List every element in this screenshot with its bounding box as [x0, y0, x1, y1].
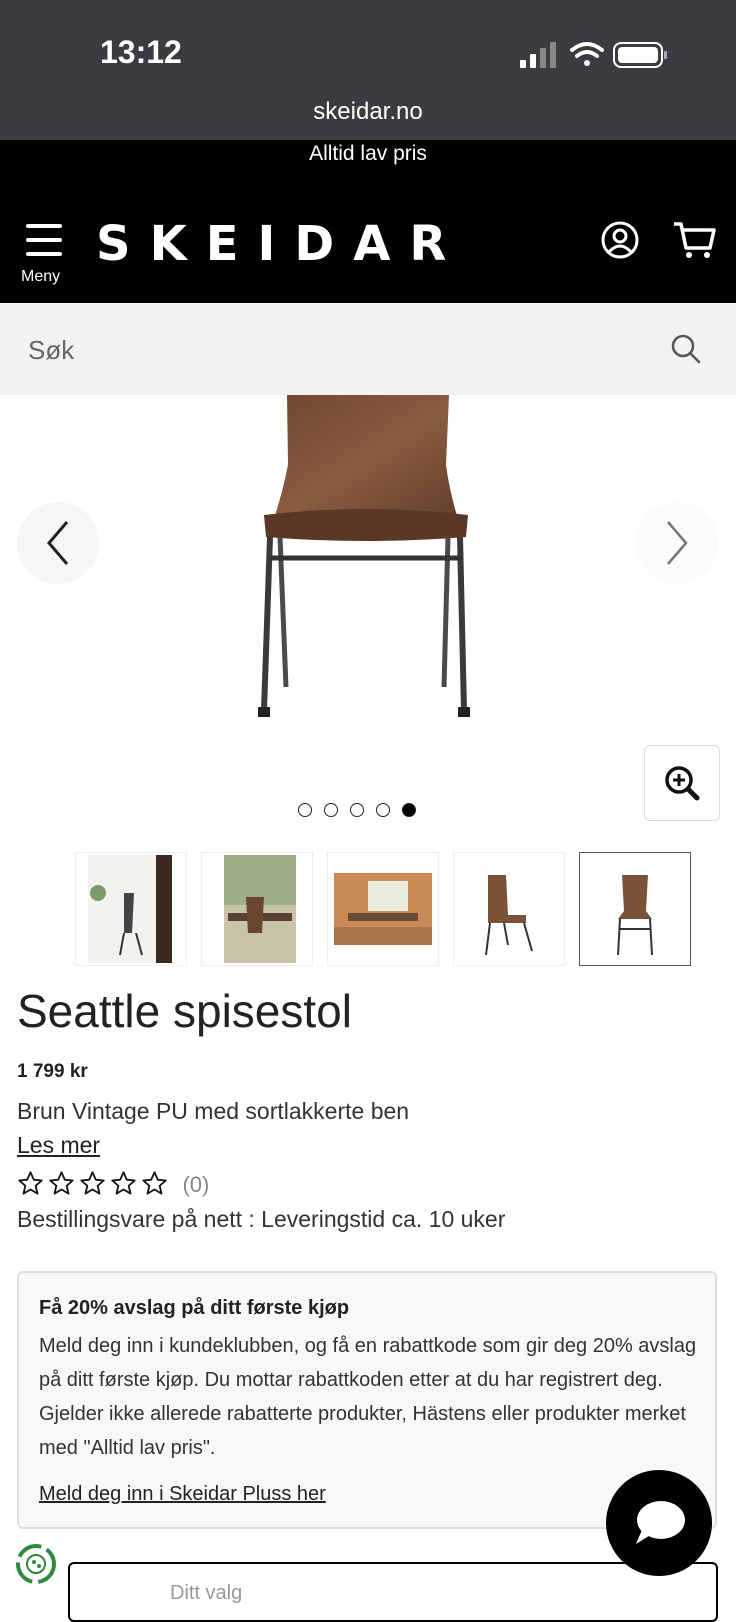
thumbnail[interactable]	[201, 852, 313, 966]
hamburger-icon	[18, 224, 74, 256]
star-icon	[142, 1171, 167, 1195]
account-icon[interactable]	[600, 220, 640, 260]
gallery-dot[interactable]	[298, 803, 312, 817]
gallery-prev-button[interactable]	[17, 502, 99, 584]
status-bar: 13:12 skeidar.no	[0, 0, 736, 140]
thumbnail-selected[interactable]	[579, 852, 691, 966]
option-selector-label: Ditt valg	[170, 1582, 243, 1604]
menu-button[interactable]: Meny	[18, 224, 74, 288]
menu-label: Meny	[21, 268, 61, 285]
read-more-link[interactable]: Les mer	[17, 1132, 100, 1159]
search-input[interactable]	[26, 327, 630, 373]
product-price: 1 799 kr	[17, 1061, 88, 1082]
thumbnail[interactable]	[327, 852, 439, 966]
thumbnail[interactable]	[453, 852, 565, 966]
star-icon	[49, 1171, 74, 1195]
promo-banner: Alltid lav pris	[0, 140, 736, 176]
product-image[interactable]	[250, 395, 482, 735]
product-title: Seattle spisestol	[17, 985, 352, 1037]
site-logo[interactable]: SKEIDAR	[96, 216, 465, 272]
thumbnail-image	[334, 873, 432, 945]
chat-bubble-icon	[636, 1501, 685, 1544]
thumbnail-image	[617, 875, 653, 956]
status-time: 13:12	[100, 34, 182, 70]
gallery-dot[interactable]	[376, 803, 390, 817]
chat-button[interactable]	[606, 1470, 712, 1576]
star-icon	[111, 1171, 136, 1195]
site-header: Meny SKEIDAR	[0, 176, 736, 303]
zoom-button[interactable]	[644, 745, 720, 821]
thumbnail-image	[224, 855, 296, 963]
gallery-dot[interactable]	[324, 803, 338, 817]
star-icon	[18, 1171, 43, 1195]
cart-icon[interactable]	[672, 220, 716, 260]
zoom-in-icon	[665, 766, 700, 801]
delivery-info: Bestillingsvare på nett : Leveringstid c…	[17, 1206, 506, 1232]
gallery-dot-active[interactable]	[402, 803, 416, 817]
star-icon	[80, 1171, 105, 1195]
club-signup-link[interactable]: Meld deg inn i Skeidar Pluss her	[39, 1483, 326, 1506]
chevron-right-icon	[667, 521, 688, 565]
product-variant: Brun Vintage PU med sortlakkerte ben	[17, 1098, 410, 1124]
thumbnail[interactable]	[75, 852, 187, 966]
signal-icon	[520, 42, 556, 68]
battery-icon	[613, 42, 667, 68]
wifi-icon	[570, 42, 604, 66]
thumbnail-image	[485, 875, 533, 956]
chevron-left-icon	[47, 521, 69, 565]
url-bar[interactable]: skeidar.no	[0, 98, 736, 126]
gallery-next-button[interactable]	[636, 502, 718, 584]
gallery-dot[interactable]	[350, 803, 364, 817]
thumbnail-image	[88, 855, 172, 963]
product-gallery	[0, 395, 736, 835]
club-offer-title: Få 20% avslag på ditt første kjøp	[39, 1297, 350, 1319]
search-bar	[0, 303, 736, 395]
eco-badge-icon[interactable]	[12, 1540, 60, 1588]
rating-count: (0)	[182, 1172, 210, 1197]
search-icon[interactable]	[670, 333, 702, 365]
product-rating[interactable]: (0)	[17, 1170, 209, 1200]
status-icons	[520, 42, 667, 68]
gallery-pagination	[298, 803, 428, 823]
club-offer-text: Meld deg inn i kundeklubben, og få en ra…	[39, 1335, 697, 1459]
